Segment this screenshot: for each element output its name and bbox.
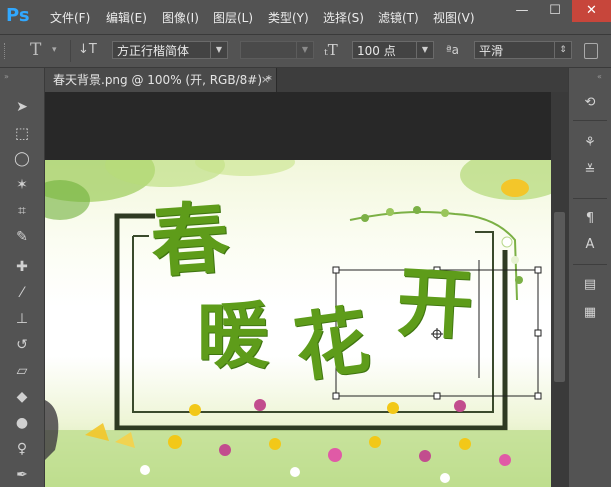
magic-wand-icon[interactable]: ✶: [10, 174, 34, 196]
canvas-text-kai[interactable]: 开: [395, 257, 476, 350]
history-brush-icon[interactable]: ↺: [10, 334, 34, 356]
healing-brush-icon[interactable]: ✚: [10, 256, 34, 278]
warp-text-icon[interactable]: [584, 43, 598, 59]
brush-settings-icon[interactable]: ≚: [578, 160, 602, 182]
tool-preset-arrow-icon[interactable]: ▾: [52, 41, 57, 59]
close-window-button[interactable]: ✕: [572, 0, 611, 22]
anti-alias-value: 平滑: [479, 44, 504, 58]
brush-tool-icon[interactable]: ⁄: [10, 282, 34, 304]
canvas-text-chun[interactable]: 春: [148, 192, 232, 288]
right-panel-dock: « ⟲ ⚘ ≚ ¶ A ▤ ▦: [568, 68, 611, 487]
notes-panel-icon[interactable]: ▦: [578, 302, 602, 324]
type-tool-icon[interactable]: T: [30, 41, 41, 59]
anti-alias-icon: ªa: [446, 43, 460, 57]
brush-presets-icon[interactable]: ⚘: [578, 132, 602, 154]
document-tab-bar: 春天背景.png @ 100% (开, RGB/8#) * ×: [45, 68, 568, 92]
paragraph-panel-icon[interactable]: ¶: [578, 208, 602, 230]
crop-tool-icon[interactable]: ⌗: [10, 200, 34, 222]
chevron-down-icon: ▼: [296, 42, 313, 58]
layers-panel-icon[interactable]: ▤: [578, 274, 602, 296]
menu-filter[interactable]: 滤镜(T): [378, 9, 419, 27]
document-canvas[interactable]: 春 暖 花 开: [45, 160, 551, 487]
anti-alias-select[interactable]: 平滑 ⇕: [474, 41, 572, 59]
menu-select[interactable]: 选择(S): [323, 9, 364, 27]
clone-stamp-icon[interactable]: ⊥: [10, 308, 34, 330]
vertical-scrollbar[interactable]: [551, 92, 568, 487]
move-tool-icon[interactable]: ➤: [10, 96, 34, 118]
updown-arrows-icon: ⇕: [554, 42, 571, 58]
close-icon[interactable]: ×: [261, 68, 270, 92]
canvas-text-nuan[interactable]: 暖: [197, 300, 269, 372]
collapse-arrows-icon[interactable]: »: [4, 72, 9, 81]
divider: [573, 264, 607, 265]
menu-file[interactable]: 文件(F): [50, 9, 90, 27]
font-size-value: 100 点: [357, 44, 396, 58]
font-size-icon: ₜT: [324, 41, 338, 59]
options-bar: T ▾ ↓T 方正行楷简体 ▼ ▼ ₜT 100 点 ▼ ªa 平滑 ⇕: [0, 35, 611, 68]
minimize-button[interactable]: —: [506, 0, 538, 22]
font-size-select[interactable]: 100 点 ▼: [352, 41, 434, 59]
pen-tool-icon[interactable]: ✒: [10, 464, 34, 486]
photoshop-logo: Ps: [6, 5, 30, 26]
tools-panel: » ➤ ⬚ ◯ ✶ ⌗ ✎ ✚ ⁄ ⊥ ↺ ▱ ◆ ● ♀ ✒: [0, 68, 45, 487]
blur-tool-icon[interactable]: ●: [10, 412, 34, 434]
dodge-tool-icon[interactable]: ♀: [10, 438, 34, 460]
divider: [573, 120, 607, 121]
options-grip[interactable]: [4, 43, 9, 59]
menu-view[interactable]: 视图(V): [433, 9, 475, 27]
menu-edit[interactable]: 编辑(E): [106, 9, 147, 27]
canvas-text-hua[interactable]: 花: [289, 297, 374, 392]
lasso-tool-icon[interactable]: ◯: [10, 148, 34, 170]
font-style-select[interactable]: ▼: [240, 41, 314, 59]
menu-image[interactable]: 图像(I): [162, 9, 199, 27]
menu-layer[interactable]: 图层(L): [213, 9, 253, 27]
maximize-button[interactable]: ☐: [539, 0, 571, 22]
chevron-down-icon: ▼: [210, 42, 227, 58]
font-family-value: 方正行楷简体: [117, 44, 190, 58]
scrollbar-thumb[interactable]: [554, 212, 565, 382]
eyedropper-icon[interactable]: ✎: [10, 226, 34, 248]
eraser-icon[interactable]: ▱: [10, 360, 34, 382]
history-panel-icon[interactable]: ⟲: [578, 92, 602, 114]
font-family-select[interactable]: 方正行楷简体 ▼: [112, 41, 228, 59]
chevron-down-icon: ▼: [416, 42, 433, 58]
divider: [70, 40, 71, 62]
marquee-tool-icon[interactable]: ⬚: [10, 122, 34, 144]
toggle-orientation-icon[interactable]: ↓T: [78, 41, 97, 59]
character-panel-icon[interactable]: A: [578, 234, 602, 256]
menu-type[interactable]: 类型(Y): [268, 9, 309, 27]
menu-bar: Ps 文件(F) 编辑(E) 图像(I) 图层(L) 类型(Y) 选择(S) 滤…: [0, 0, 611, 35]
paint-bucket-icon[interactable]: ◆: [10, 386, 34, 408]
collapse-arrows-icon[interactable]: «: [597, 72, 602, 81]
document-tab-title: 春天背景.png @ 100% (开, RGB/8#) *: [53, 73, 272, 87]
document-tab[interactable]: 春天背景.png @ 100% (开, RGB/8#) * ×: [45, 68, 277, 92]
divider: [573, 198, 607, 199]
